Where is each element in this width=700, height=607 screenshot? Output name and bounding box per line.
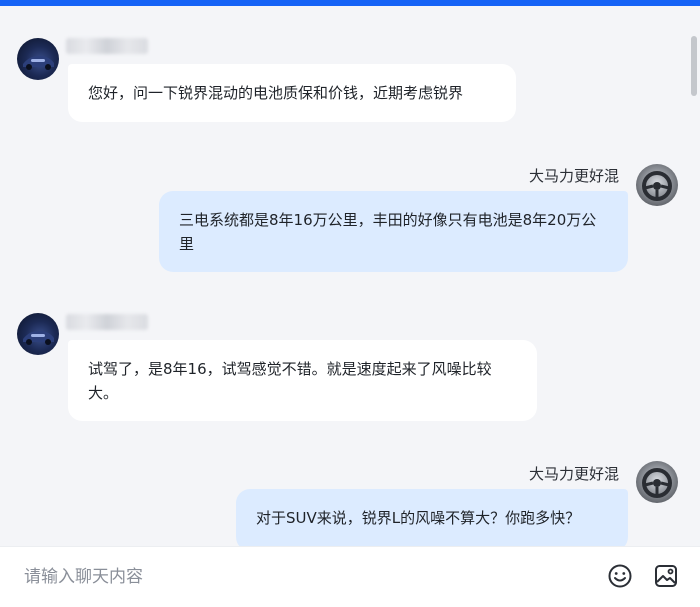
message-text: 试驾了，是8年16，试驾感觉不错。就是速度起来了风噪比较大。 — [88, 360, 492, 402]
message-bubble-sent[interactable]: 对于SUV来说，锐界L的风噪不算大？你跑多快？ — [236, 489, 628, 546]
message-text: 三电系统都是8年16万公里，丰田的好像只有电池是8年20万公里 — [179, 211, 597, 253]
chat-history[interactable]: 您好，问一下锐界混动的电池质保和价钱，近期考虑锐界 大马力更好混 三电系统都是8… — [0, 6, 700, 546]
sender-name-obscured — [66, 38, 148, 54]
car-avatar-image — [23, 331, 54, 345]
sender-name-obscured — [66, 314, 148, 330]
contact-avatar[interactable] — [17, 38, 59, 80]
user-avatar[interactable] — [636, 461, 678, 503]
user-avatar[interactable] — [636, 164, 678, 206]
message-bubble-received[interactable]: 试驾了，是8年16，试驾感觉不错。就是速度起来了风噪比较大。 — [68, 340, 537, 421]
sender-name: 大马力更好混 — [529, 167, 620, 185]
sender-name: 大马力更好混 — [529, 465, 620, 483]
steering-wheel-avatar-image — [642, 468, 672, 498]
car-avatar-image — [23, 56, 54, 70]
steering-wheel-avatar-image — [642, 171, 672, 201]
chat-scrollbar[interactable] — [690, 14, 698, 546]
contact-avatar[interactable] — [17, 313, 59, 355]
message-bubble-sent[interactable]: 三电系统都是8年16万公里，丰田的好像只有电池是8年20万公里 — [159, 191, 628, 272]
smile-icon[interactable] — [606, 562, 634, 590]
chat-input[interactable] — [22, 561, 586, 593]
scrollbar-thumb[interactable] — [691, 36, 697, 96]
message-bubble-received[interactable]: 您好，问一下锐界混动的电池质保和价钱，近期考虑锐界 — [68, 64, 516, 122]
message-text: 对于SUV来说，锐界L的风噪不算大？你跑多快？ — [256, 509, 581, 527]
image-icon[interactable] — [652, 562, 680, 590]
message-text: 您好，问一下锐界混动的电池质保和价钱，近期考虑锐界 — [88, 84, 464, 102]
composer-bar — [0, 546, 700, 607]
